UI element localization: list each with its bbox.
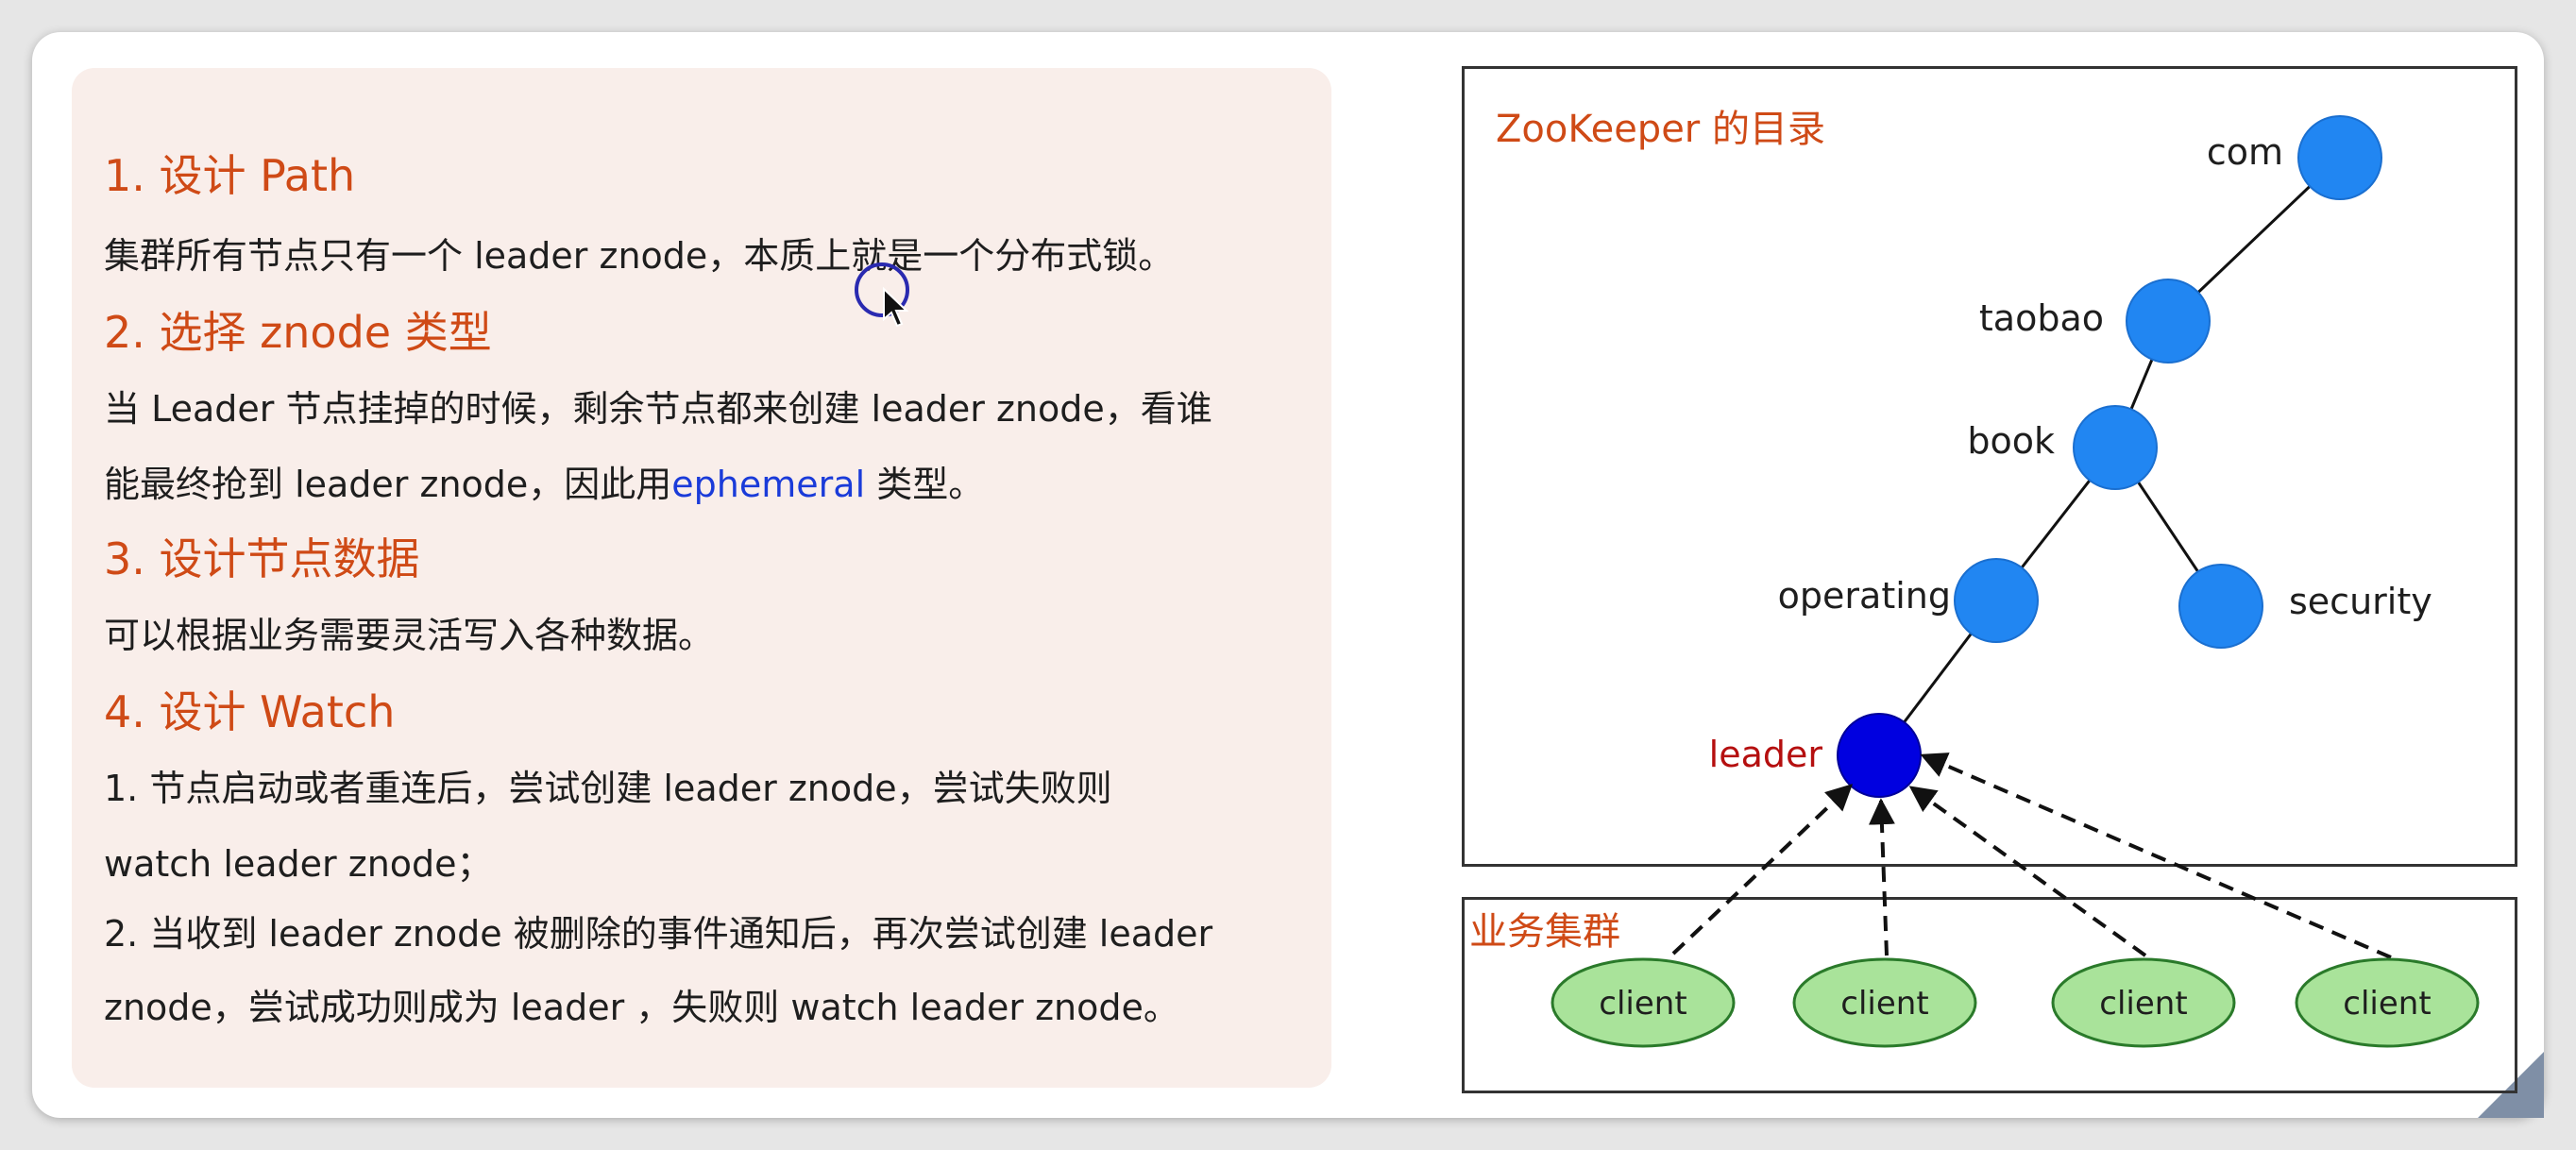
watch-arrow-client-3 bbox=[1908, 786, 2147, 957]
label-security: security bbox=[2289, 581, 2432, 622]
client-label-3: client bbox=[2099, 985, 2187, 1023]
label-book: book bbox=[1967, 420, 2055, 462]
watch-arrow-client-4 bbox=[1920, 753, 2392, 959]
zookeeper-tree-diagram: com taobao book operating security leade… bbox=[1551, 115, 2480, 1048]
label-com: com bbox=[2207, 131, 2283, 173]
label-taobao: taobao bbox=[1979, 297, 2104, 339]
node-leader bbox=[1837, 713, 1922, 798]
node-book bbox=[2073, 405, 2158, 490]
watch-arrow-client-2 bbox=[1868, 798, 1895, 956]
label-leader: leader bbox=[1709, 734, 1823, 775]
node-taobao bbox=[2126, 279, 2211, 364]
node-operating bbox=[1954, 558, 2039, 643]
client-label-1: client bbox=[1599, 985, 1686, 1023]
client-label-2: client bbox=[1840, 985, 1928, 1023]
watch-arrow-client-1 bbox=[1671, 784, 1854, 956]
node-com bbox=[2297, 115, 2382, 200]
label-operating: operating bbox=[1778, 575, 1951, 617]
client-label-4: client bbox=[2343, 985, 2431, 1023]
node-security bbox=[2178, 564, 2263, 649]
